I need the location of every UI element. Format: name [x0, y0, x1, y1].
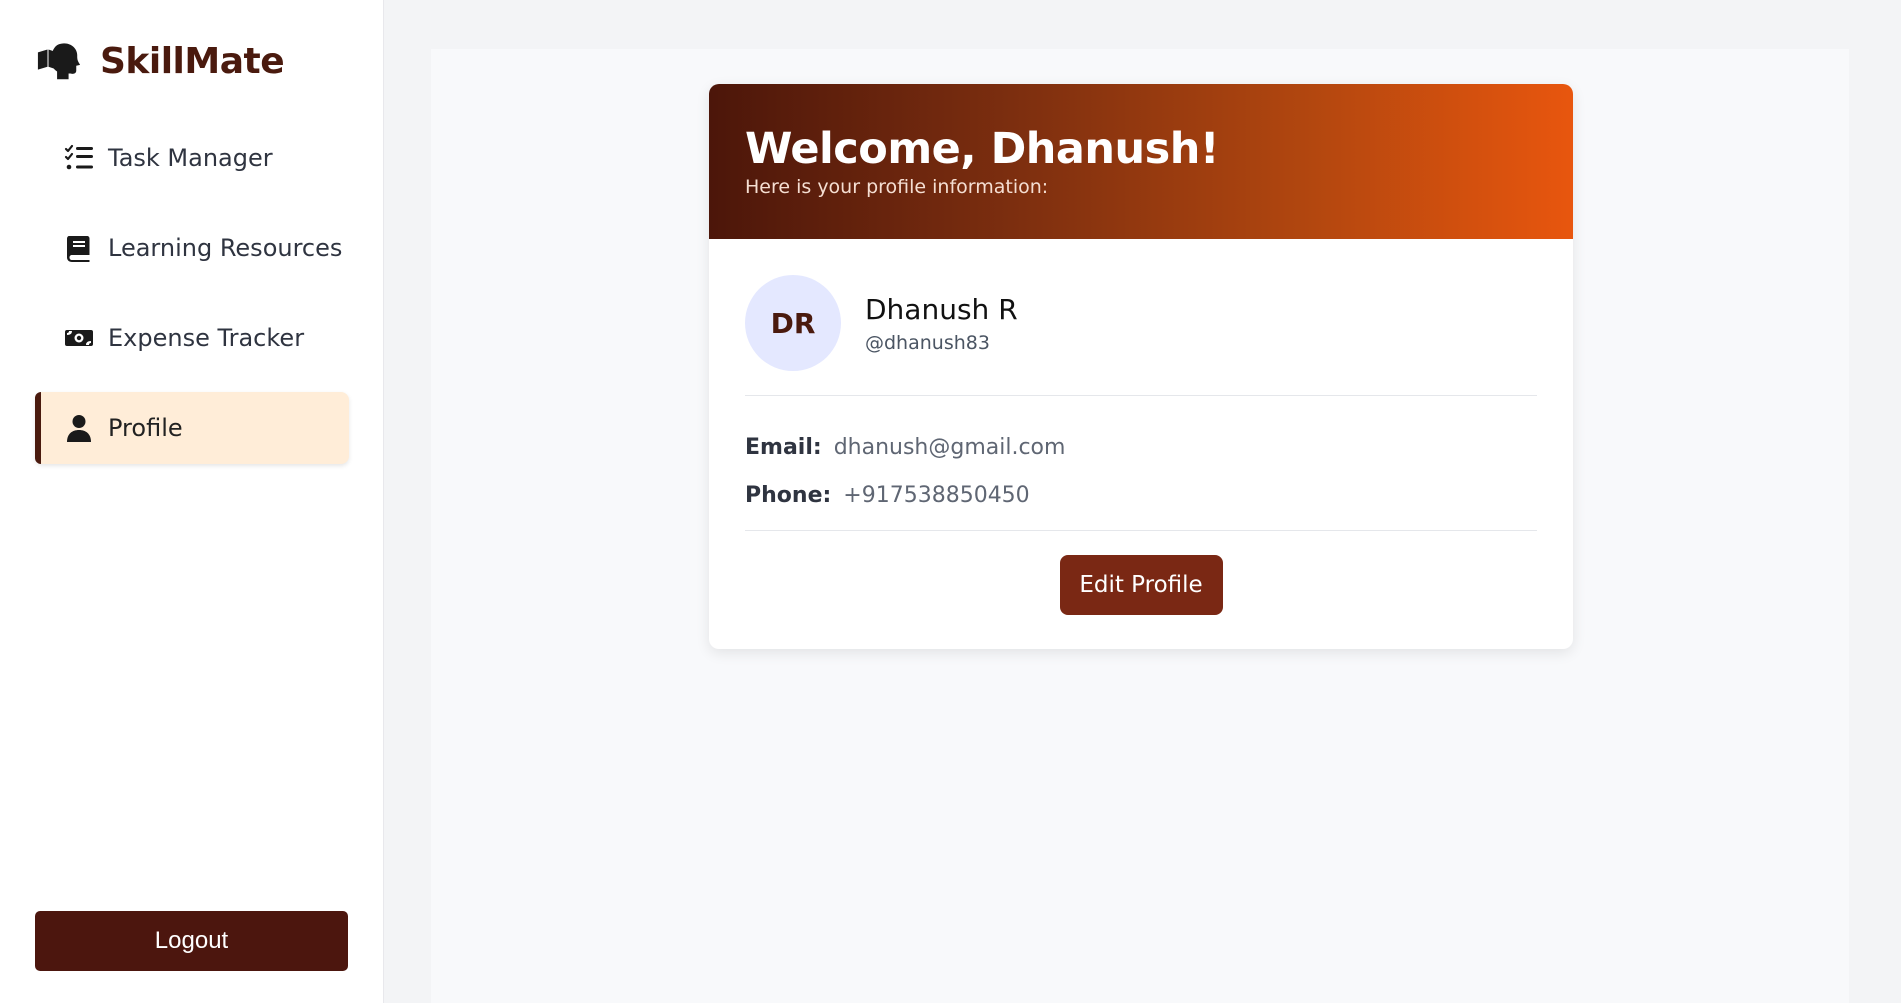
sidebar-item-label: Learning Resources [108, 234, 343, 262]
sidebar-item-task-manager[interactable]: Task Manager [35, 122, 349, 194]
email-row: Email: dhanush@gmail.com [745, 424, 1537, 472]
sidebar-item-label: Expense Tracker [108, 324, 305, 352]
user-summary: DR Dhanush R @dhanush83 [745, 275, 1537, 371]
brand[interactable]: SkillMate [36, 38, 285, 84]
checklist-icon [64, 144, 93, 170]
phone-label: Phone: [745, 483, 832, 508]
welcome-title: Welcome, Dhanush! [745, 124, 1219, 174]
app-title: SkillMate [100, 40, 285, 82]
user-icon [67, 415, 91, 442]
profile-card: Welcome, Dhanush! Here is your profile i… [709, 84, 1573, 649]
sidebar-item-learning-resources[interactable]: Learning Resources [35, 212, 349, 284]
user-handle: @dhanush83 [865, 332, 990, 354]
phone-row: Phone: +917538850450 [745, 472, 1537, 520]
sidebar-item-label: Task Manager [108, 144, 273, 172]
main-content: Welcome, Dhanush! Here is your profile i… [431, 49, 1849, 1003]
user-full-name: Dhanush R [865, 293, 1018, 326]
sidebar-item-expense-tracker[interactable]: Expense Tracker [35, 302, 349, 374]
contact-info: Email: dhanush@gmail.com Phone: +9175388… [745, 396, 1537, 530]
phone-value: +917538850450 [843, 483, 1030, 508]
edit-profile-button[interactable]: Edit Profile [1059, 555, 1223, 615]
money-bill-icon [65, 330, 93, 346]
profile-card-body: DR Dhanush R @dhanush83 Email: dhanush@g… [709, 239, 1573, 615]
head-with-book-icon [37, 43, 81, 80]
user-info: Dhanush R @dhanush83 [865, 292, 1018, 354]
book-icon [67, 236, 90, 262]
sidebar-nav: Task Manager Learning Resources Expense … [35, 122, 349, 482]
email-label: Email: [745, 435, 822, 460]
avatar: DR [745, 275, 841, 371]
profile-card-header: Welcome, Dhanush! Here is your profile i… [709, 84, 1573, 239]
email-value: dhanush@gmail.com [833, 435, 1066, 460]
logout-button[interactable]: Logout [35, 911, 348, 971]
welcome-subtitle: Here is your profile information: [745, 176, 1049, 198]
profile-actions: Edit Profile [745, 531, 1537, 615]
sidebar-item-label: Profile [108, 414, 183, 442]
sidebar-item-profile[interactable]: Profile [35, 392, 349, 464]
sidebar: SkillMate Task Manager Learning Resource… [0, 0, 384, 1003]
